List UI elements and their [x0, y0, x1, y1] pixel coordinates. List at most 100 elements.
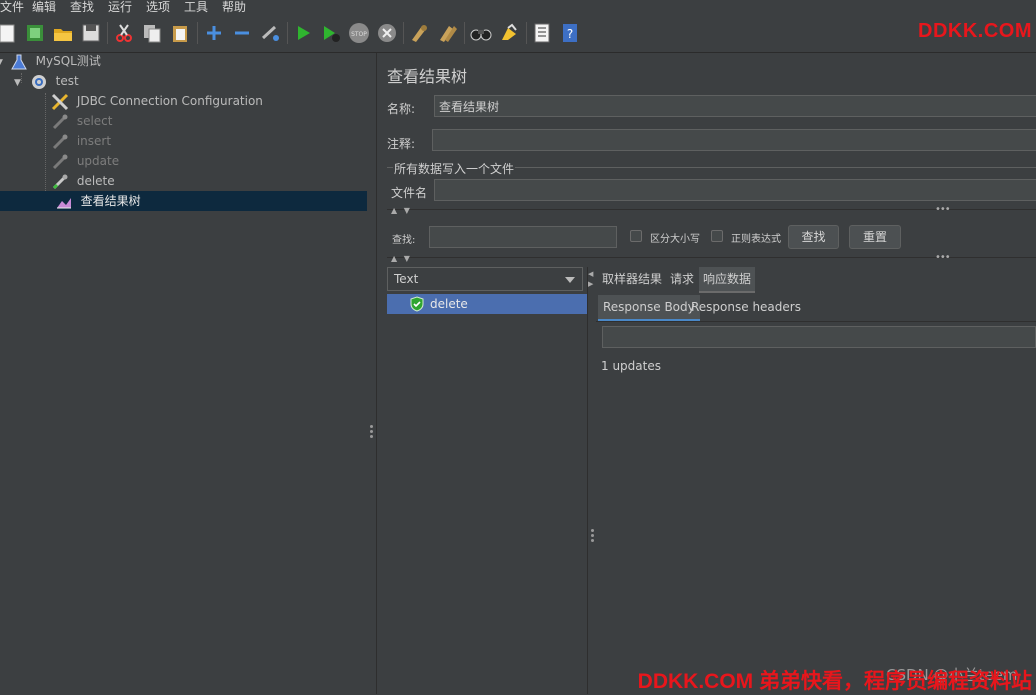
toolbar-separator [403, 22, 404, 44]
tree-guide-line [45, 93, 46, 201]
middle-splitter[interactable]: ▲ ▼ ••• [387, 252, 1036, 266]
pipette-icon [52, 114, 68, 129]
paste-icon[interactable] [169, 22, 191, 44]
split-grip-icon: ••• [935, 252, 951, 263]
tree-node-plan[interactable]: ▼ test [14, 71, 79, 91]
file-group-title: 所有数据写入一个文件 [394, 162, 515, 176]
menu-help[interactable]: 帮助 [222, 0, 246, 15]
tree-node-label: insert [76, 134, 112, 148]
toolbar-separator [526, 22, 527, 44]
reset-search-icon[interactable] [498, 22, 520, 44]
comment-field[interactable] [432, 129, 1036, 151]
tree-node-label: select [76, 114, 113, 128]
menu-edit[interactable]: 编辑 [32, 0, 56, 15]
name-label: 名称: [387, 102, 416, 116]
menu-bar: 文件 编辑 查找 运行 选项 工具 帮助 [0, 0, 1036, 14]
tree-item-insert[interactable]: insert [51, 131, 111, 151]
function-helper-icon[interactable] [531, 22, 553, 44]
search-input[interactable] [429, 226, 617, 248]
new-icon[interactable] [0, 22, 18, 44]
regex-checkbox[interactable] [711, 230, 723, 242]
toolbar-separator [107, 22, 108, 44]
tree-node-label: test [55, 74, 79, 88]
start-no-pause-icon[interactable] [320, 22, 342, 44]
chart-icon [56, 197, 71, 208]
view-results-tree-panel: 查看结果树 名称: 注释: 所有数据写入一个文件 文件名 ▲ ▼ ••• 查找:… [377, 53, 1036, 695]
split-grip-icon: ••• [935, 204, 951, 215]
copy-icon[interactable] [141, 22, 163, 44]
toolbar-separator [287, 22, 288, 44]
open-icon[interactable] [52, 22, 74, 44]
toolbar-separator [197, 22, 198, 44]
tree-item-select[interactable]: select [51, 111, 112, 131]
search-binoculars-icon[interactable] [470, 22, 492, 44]
clear-all-icon[interactable] [437, 22, 459, 44]
tree-node-label: update [76, 154, 120, 168]
tree-node-label: MySQL测试 [35, 54, 101, 68]
test-plan-tree: ▼ MySQL测试 ▼ test JDBC Connection Configu… [0, 53, 367, 694]
reset-button[interactable]: 重置 [849, 225, 901, 249]
stop-icon[interactable]: STOP [348, 22, 370, 44]
tree-node-label: 查看结果树 [80, 194, 141, 208]
tree-node-root[interactable]: ▼ MySQL测试 [0, 51, 101, 71]
chevron-down-icon[interactable]: ▼ [0, 53, 6, 73]
cut-icon[interactable] [113, 22, 135, 44]
comment-label: 注释: [387, 137, 416, 151]
start-icon[interactable] [292, 22, 314, 44]
tree-item-update[interactable]: update [51, 151, 119, 171]
result-item[interactable]: delete [387, 294, 587, 314]
success-shield-icon [410, 296, 424, 312]
save-icon[interactable] [80, 22, 102, 44]
menu-search[interactable]: 查找 [70, 0, 94, 15]
case-sensitive-checkbox[interactable] [630, 230, 642, 242]
brand-watermark: DDKK.COM [918, 20, 1032, 42]
flask-icon [10, 54, 27, 69]
collapse-icon[interactable] [231, 22, 253, 44]
tab-response-body[interactable]: Response Body [598, 295, 700, 321]
toolbar: STOP ? DDKK.COM [0, 14, 1036, 53]
search-label: 查找: [392, 235, 416, 246]
result-item-label: delete [430, 297, 468, 311]
name-field[interactable] [434, 95, 1036, 117]
tree-item-view-results-tree[interactable]: 查看结果树 [0, 191, 367, 211]
top-splitter[interactable]: ▲ ▼ ••• [387, 204, 1036, 218]
menu-file[interactable]: 文件 [0, 0, 24, 15]
wrench-screwdriver-icon [51, 93, 69, 110]
svg-text:?: ? [567, 27, 573, 41]
response-body-area: 1 updates [596, 321, 1036, 695]
menu-tools[interactable]: 工具 [184, 0, 208, 15]
filename-field[interactable] [434, 179, 1036, 201]
tab-sampler-result[interactable]: 取样器结果 [598, 267, 666, 291]
tree-node-label: delete [76, 174, 115, 188]
toggle-icon[interactable] [259, 22, 281, 44]
renderer-value: Text [394, 272, 419, 286]
shutdown-icon[interactable] [376, 22, 398, 44]
tree-splitter[interactable] [367, 53, 377, 694]
filename-label: 文件名 [391, 186, 428, 200]
split-arrows-icon[interactable]: ▲ ▼ [391, 206, 412, 215]
tree-item-delete[interactable]: delete [51, 171, 115, 191]
svg-text:STOP: STOP [351, 31, 367, 38]
split-arrows-icon[interactable]: ◀ ▶ [588, 269, 593, 289]
regex-label: 正则表达式 [731, 234, 781, 245]
menu-run[interactable]: 运行 [108, 0, 132, 15]
page-title: 查看结果树 [387, 67, 468, 86]
menu-options[interactable]: 选项 [146, 0, 170, 15]
clear-icon[interactable] [408, 22, 430, 44]
find-button[interactable]: 查找 [788, 225, 839, 249]
expand-icon[interactable] [203, 22, 225, 44]
renderer-select[interactable]: Text [387, 267, 583, 291]
split-arrows-icon[interactable]: ▲ ▼ [391, 254, 412, 263]
response-body-text[interactable]: 1 updates [601, 359, 661, 373]
tab-response-data[interactable]: 响应数据 [699, 267, 756, 293]
response-search-input[interactable] [602, 326, 1036, 348]
chevron-down-icon[interactable] [565, 277, 575, 283]
templates-icon[interactable] [24, 22, 46, 44]
tree-node-label: JDBC Connection Configuration [76, 94, 263, 108]
tab-request[interactable]: 请求 [666, 267, 698, 291]
help-icon[interactable]: ? [559, 22, 581, 44]
tab-response-headers[interactable]: Response headers [686, 295, 806, 319]
gear-icon [31, 74, 46, 89]
tree-item-jdbc-config[interactable]: JDBC Connection Configuration [51, 91, 263, 111]
chevron-down-icon[interactable]: ▼ [14, 73, 26, 93]
